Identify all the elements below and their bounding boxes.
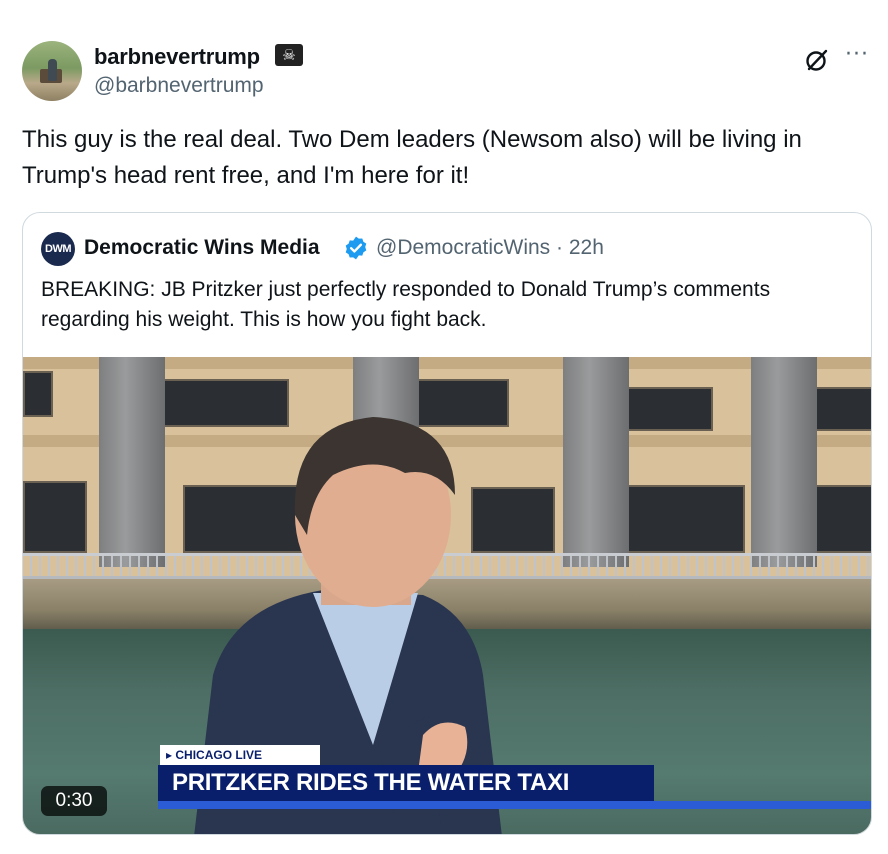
more-options-icon[interactable]: ···: [845, 42, 869, 67]
avatar-figure-shape: [48, 59, 57, 81]
quoted-author-avatar[interactable]: DWM: [41, 232, 75, 266]
lower-third-accent-bar: [158, 801, 871, 809]
lower-third-headline: PRITZKER RIDES THE WATER TAXI: [158, 765, 654, 801]
lower-third-network-tag: ▸ CHICAGO LIVE: [160, 745, 320, 765]
video-duration-badge: 0:30: [41, 786, 107, 816]
verified-badge-icon: [345, 236, 367, 260]
quoted-post-text: BREAKING: JB Pritzker just perfectly res…: [41, 278, 771, 331]
author-handle[interactable]: @barbnevertrump: [94, 74, 264, 98]
author-avatar[interactable]: [22, 41, 82, 101]
post-text: This guy is the real deal. Two Dem leade…: [22, 126, 802, 189]
skull-crossbones-icon: ☠: [275, 44, 303, 66]
quoted-author-display-name[interactable]: Democratic Wins Media: [84, 236, 320, 260]
quoted-handle-and-time[interactable]: @DemocraticWins · 22h: [376, 236, 604, 260]
quoted-post-card[interactable]: DWM Democratic Wins Media @DemocraticWin…: [22, 212, 872, 835]
author-display-name[interactable]: barbnevertrump: [94, 44, 260, 70]
video-player[interactable]: ▸ CHICAGO LIVE PRITZKER RIDES THE WATER …: [23, 357, 871, 834]
quoted-avatar-logo-text: DWM: [45, 243, 72, 255]
grok-icon[interactable]: [803, 46, 831, 74]
